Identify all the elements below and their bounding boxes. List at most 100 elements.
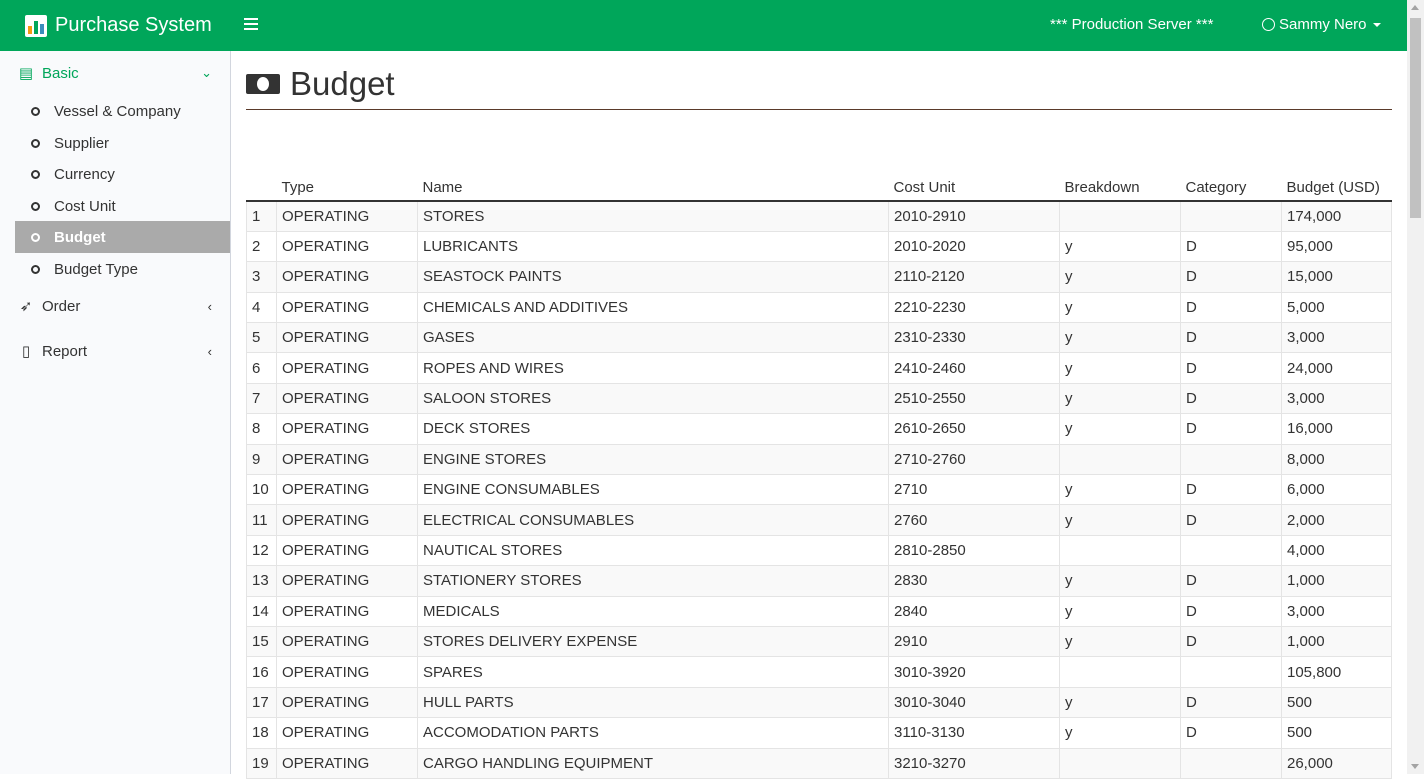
table-cell: D (1180, 625, 1282, 658)
table-cell: 2710 (888, 474, 1060, 506)
table-cell: 13 (246, 565, 277, 597)
col-header-name[interactable]: Name (417, 149, 889, 202)
sidebar-item-budget[interactable]: Budget (15, 221, 230, 253)
sidebar-item-label: Currency (54, 165, 115, 183)
table-cell: D (1180, 413, 1282, 445)
sidebar-menu-basic[interactable]: ▤ Basic ⌄ (0, 53, 230, 93)
table-row[interactable]: 14 OPERATING MEDICALS 2840 y D 3,000 (246, 595, 1392, 627)
user-menu[interactable]: Sammy Nero (1262, 16, 1381, 33)
app-logo[interactable]: Purchase System (0, 0, 230, 51)
table-cell: 11 (246, 504, 277, 536)
table-cell: 174,000 (1281, 200, 1392, 232)
col-header-index[interactable] (246, 149, 277, 202)
table-cell: OPERATING (276, 261, 418, 293)
table-cell: y (1059, 322, 1181, 354)
table-row[interactable]: 8 OPERATING DECK STORES 2610-2650 y D 16,000 (246, 413, 1392, 445)
table-row[interactable]: 15 OPERATING STORES DELIVERY EXPENSE 2910 y D… (246, 625, 1392, 658)
table-row[interactable]: 17 OPERATING HULL PARTS 3010-3040 y D 500 (246, 686, 1392, 719)
table-cell: SPARES (417, 656, 889, 688)
rocket-icon: ➶ (19, 298, 33, 315)
table-cell: 500 (1281, 686, 1392, 719)
hamburger-icon[interactable] (244, 18, 258, 30)
vertical-scrollbar[interactable] (1407, 0, 1424, 774)
table-cell: LUBRICANTS (417, 230, 889, 263)
table-row[interactable]: 7 OPERATING SALOON STORES 2510-2550 y D 3,000 (246, 382, 1392, 415)
col-header-type[interactable]: Type (276, 149, 418, 202)
table-cell: D (1180, 261, 1282, 293)
sidebar-item-cost-unit[interactable]: Cost Unit (15, 190, 230, 222)
smile-icon (1262, 18, 1275, 31)
table-cell: y (1059, 595, 1181, 627)
scrollbar-thumb[interactable] (1410, 18, 1421, 218)
table-cell: ACCOMODATION PARTS (417, 717, 889, 749)
table-cell: OPERATING (276, 352, 418, 384)
table-row[interactable]: 12 OPERATING NAUTICAL STORES 2810-2850 4,000 (246, 534, 1392, 567)
table-cell: 12 (246, 534, 277, 567)
table-cell: y (1059, 382, 1181, 415)
sidebar-item-vessel-company[interactable]: Vessel & Company (15, 95, 230, 127)
table-cell: OPERATING (276, 595, 418, 627)
sidebar-item-supplier[interactable]: Supplier (15, 127, 230, 159)
table-cell: 1 (246, 200, 277, 232)
table-cell: 2840 (888, 595, 1060, 627)
table-cell: OPERATING (276, 504, 418, 536)
table-cell: OPERATING (276, 413, 418, 445)
table-cell: OPERATING (276, 322, 418, 354)
col-header-cost-unit[interactable]: Cost Unit (888, 149, 1060, 202)
table-row[interactable]: 18 OPERATING ACCOMODATION PARTS 3110-3130 y D… (246, 717, 1392, 749)
col-header-breakdown[interactable]: Breakdown (1059, 149, 1181, 202)
table-cell: D (1180, 291, 1282, 324)
sidebar-item-budget-type[interactable]: Budget Type (15, 253, 230, 285)
table-cell (1059, 656, 1181, 688)
table-cell: 24,000 (1281, 352, 1392, 384)
table-row[interactable]: 3 OPERATING SEASTOCK PAINTS 2110-2120 y D 15,0… (246, 261, 1392, 293)
table-cell: 3110-3130 (888, 717, 1060, 749)
col-header-category[interactable]: Category (1180, 149, 1282, 202)
col-header-budget[interactable]: Budget (USD) (1281, 149, 1392, 202)
top-navbar: Purchase System *** Production Server **… (0, 0, 1424, 51)
table-cell (1180, 656, 1282, 688)
table-cell: CHEMICALS AND ADDITIVES (417, 291, 889, 324)
table-cell: 3,000 (1281, 382, 1392, 415)
sidebar-menu-basic-label: Basic (42, 64, 79, 82)
scroll-down-icon[interactable] (1411, 764, 1419, 769)
table-cell: 2,000 (1281, 504, 1392, 536)
table-row[interactable]: 2 OPERATING LUBRICANTS 2010-2020 y D 95,000 (246, 230, 1392, 263)
table-cell: 7 (246, 382, 277, 415)
table-cell: 2010-2910 (888, 200, 1060, 232)
table-row[interactable]: 5 OPERATING GASES 2310-2330 y D 3,000 (246, 322, 1392, 354)
table-cell: 2210-2230 (888, 291, 1060, 324)
table-row[interactable]: 4 OPERATING CHEMICALS AND ADDITIVES 2210-22… (246, 291, 1392, 324)
sidebar-menu-report[interactable]: ▯ Report ‹ (0, 331, 230, 371)
table-cell: D (1180, 382, 1282, 415)
table-cell: OPERATING (276, 717, 418, 749)
table-row[interactable]: 1 OPERATING STORES 2010-2910 174,000 (246, 200, 1392, 232)
table-row[interactable]: 10 OPERATING ENGINE CONSUMABLES 2710 y D 6,000 (246, 474, 1392, 506)
table-cell: 105,800 (1281, 656, 1392, 688)
table-cell: 8 (246, 413, 277, 445)
circle-icon (31, 106, 40, 116)
table-cell: OPERATING (276, 200, 418, 232)
table-cell: D (1180, 717, 1282, 749)
table-cell: OPERATING (276, 625, 418, 658)
table-cell: 16,000 (1281, 413, 1392, 445)
table-cell: y (1059, 717, 1181, 749)
sidebar-item-currency[interactable]: Currency (15, 158, 230, 190)
table-row[interactable]: 9 OPERATING ENGINE STORES 2710-2760 8,000 (246, 443, 1392, 476)
table-row[interactable]: 16 OPERATING SPARES 3010-3920 105,800 (246, 656, 1392, 688)
table-row[interactable]: 6 OPERATING ROPES AND WIRES 2410-2460 y D 24,0… (246, 352, 1392, 384)
table-row[interactable]: 11 OPERATING ELECTRICAL CONSUMABLES 2760 y D 2… (246, 504, 1392, 536)
table-cell: 95,000 (1281, 230, 1392, 263)
table-cell: 6,000 (1281, 474, 1392, 506)
table-cell: 1,000 (1281, 625, 1392, 658)
table-cell: 18 (246, 717, 277, 749)
sidebar-menu-order[interactable]: ➶ Order ‹ (0, 286, 230, 326)
table-row[interactable]: 13 OPERATING STATIONERY STORES 2830 y D 1,000 (246, 565, 1392, 597)
caret-down-icon (1372, 22, 1381, 27)
page-title: Budget (246, 65, 395, 103)
circle-icon (31, 138, 40, 148)
table-cell: 3010-3040 (888, 686, 1060, 719)
scroll-up-icon[interactable] (1411, 5, 1419, 10)
title-divider (246, 109, 1392, 110)
table-cell: 6 (246, 352, 277, 384)
